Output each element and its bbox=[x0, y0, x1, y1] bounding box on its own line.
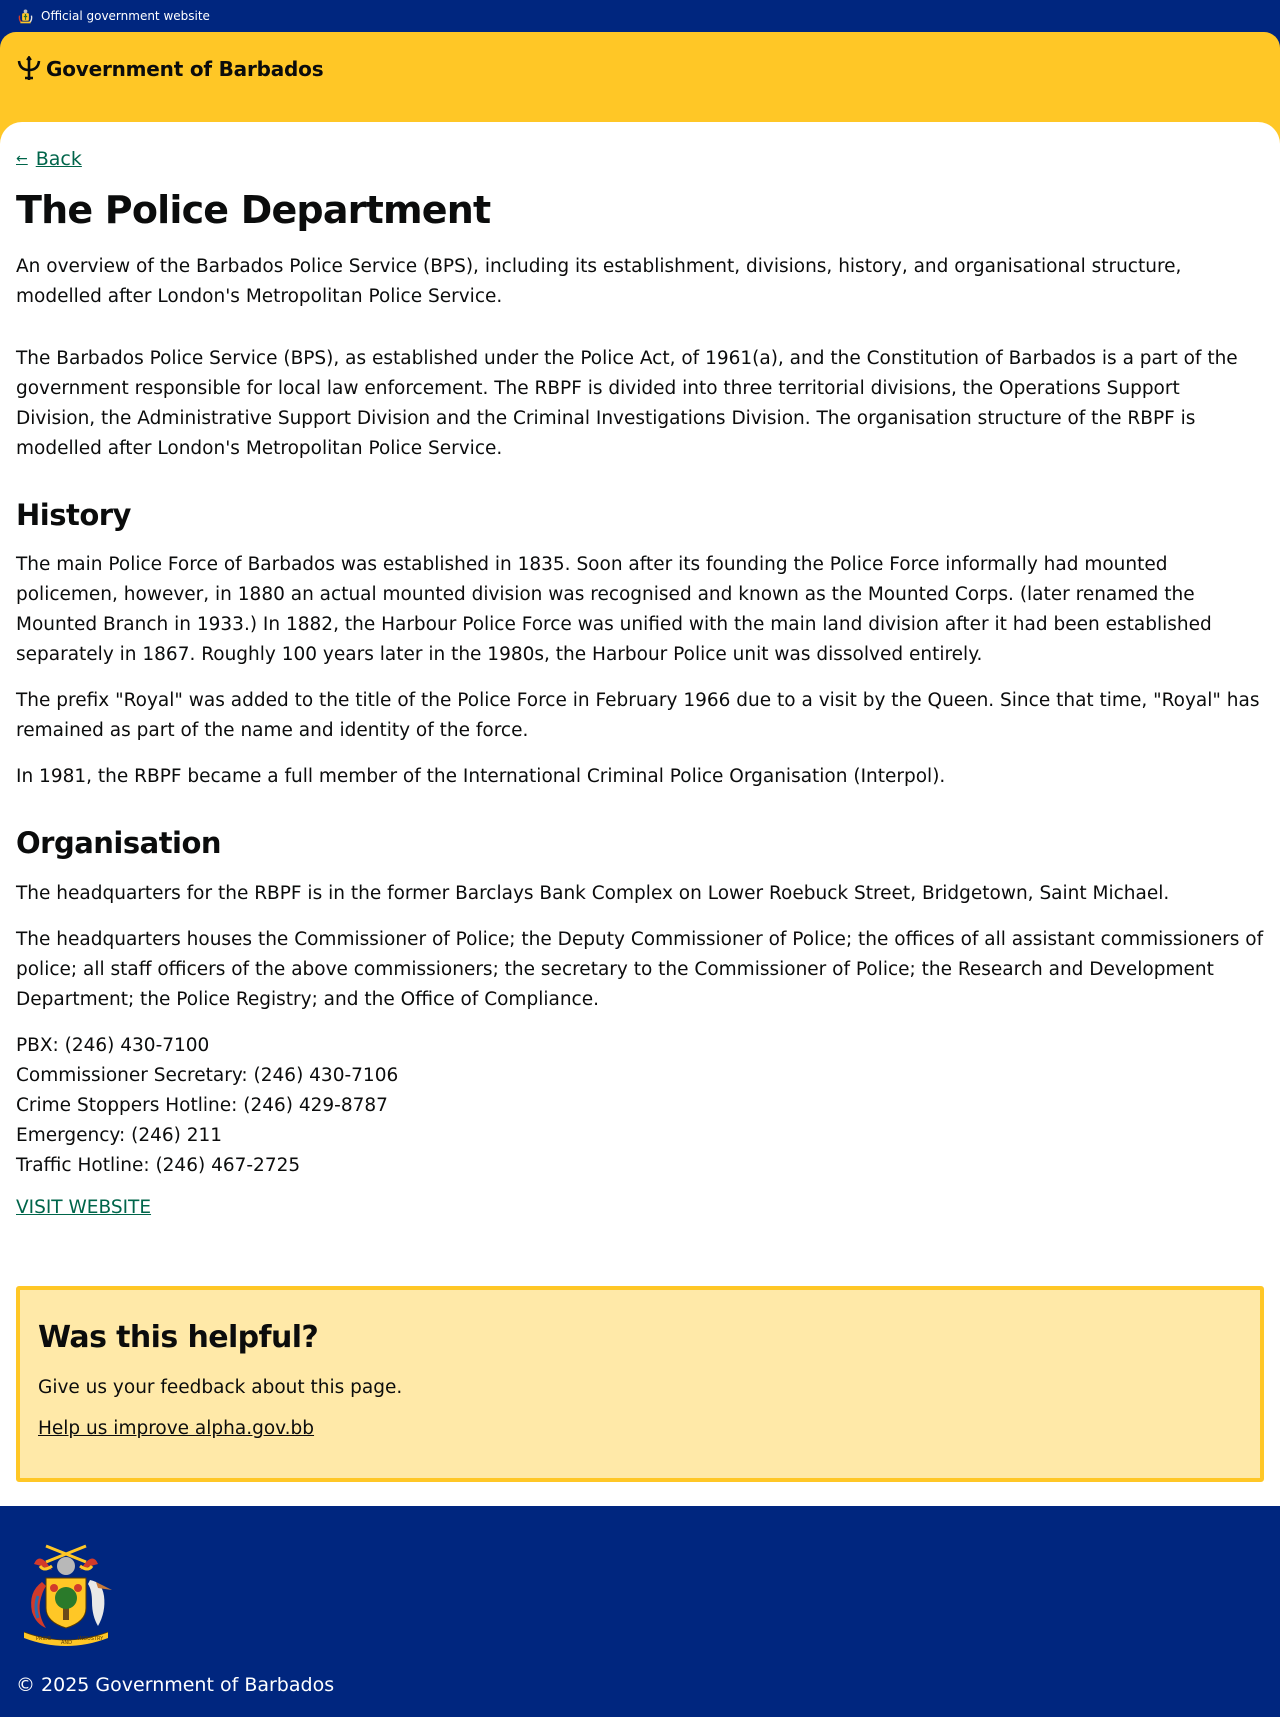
arrow-left-icon: ← bbox=[16, 151, 28, 167]
brand-name: Government of Barbados bbox=[46, 57, 324, 81]
page-title: The Police Department bbox=[16, 188, 491, 232]
official-site-banner: Official government website bbox=[0, 0, 1280, 32]
feedback-text: Give us your feedback about this page. bbox=[38, 1377, 403, 1399]
main-content: ← Back The Police Department An overview… bbox=[0, 122, 1280, 1499]
organisation-paragraph: The headquarters for the RBPF is in the … bbox=[16, 883, 1170, 905]
visit-website-link[interactable]: VISIT WEBSITE bbox=[16, 1197, 151, 1218]
intro-paragraph: The Barbados Police Service (BPS), as es… bbox=[16, 347, 1238, 459]
organisation-paragraph: The headquarters houses the Commissioner… bbox=[16, 929, 1264, 1011]
coat-of-arms-icon bbox=[18, 9, 33, 23]
site-header: Government of Barbados bbox=[0, 32, 1280, 122]
trident-icon bbox=[17, 56, 41, 80]
brand-link[interactable]: Government of Barbados bbox=[16, 56, 324, 82]
history-paragraph: In 1981, the RBPF became a full member o… bbox=[16, 766, 946, 788]
contact-list: PBX: (246) 430-7100 Commissioner Secreta… bbox=[16, 1031, 1264, 1181]
feedback-panel: Was this helpful? Give us your feedback … bbox=[16, 1286, 1264, 1483]
contact-commissioner-secretary: Commissioner Secretary: (246) 430-7106 bbox=[16, 1065, 399, 1087]
svg-text:AND: AND bbox=[61, 1640, 72, 1646]
contact-crime-stoppers: Crime Stoppers Hotline: (246) 429-8787 bbox=[16, 1095, 388, 1117]
back-label: Back bbox=[35, 148, 82, 170]
feedback-link[interactable]: Help us improve alpha.gov.bb bbox=[38, 1418, 314, 1439]
back-link[interactable]: ← Back bbox=[16, 148, 82, 170]
history-paragraph: The main Police Force of Barbados was es… bbox=[16, 554, 1212, 666]
organisation-heading: Organisation bbox=[16, 826, 222, 861]
coat-of-arms-icon: PRIDE AND INDUSTRY bbox=[23, 1544, 112, 1647]
footer-copyright: © 2025 Government of Barbados bbox=[16, 1674, 335, 1697]
contact-traffic-hotline: Traffic Hotline: (246) 467-2725 bbox=[16, 1155, 301, 1177]
svg-text:PRIDE: PRIDE bbox=[36, 1636, 51, 1642]
contact-emergency: Emergency: (246) 211 bbox=[16, 1125, 223, 1147]
contact-pbx: PBX: (246) 430-7100 bbox=[16, 1035, 210, 1057]
history-heading: History bbox=[16, 497, 131, 532]
feedback-heading: Was this helpful? bbox=[38, 1320, 319, 1356]
history-paragraph: The prefix "Royal" was added to the titl… bbox=[16, 690, 1260, 742]
page-lead: An overview of the Barbados Police Servi… bbox=[16, 255, 1182, 307]
official-site-label: Official government website bbox=[41, 9, 210, 23]
site-footer: PRIDE AND INDUSTRY © 2025 Government of … bbox=[0, 1506, 1280, 1717]
svg-text:INDUSTRY: INDUSTRY bbox=[78, 1636, 104, 1642]
